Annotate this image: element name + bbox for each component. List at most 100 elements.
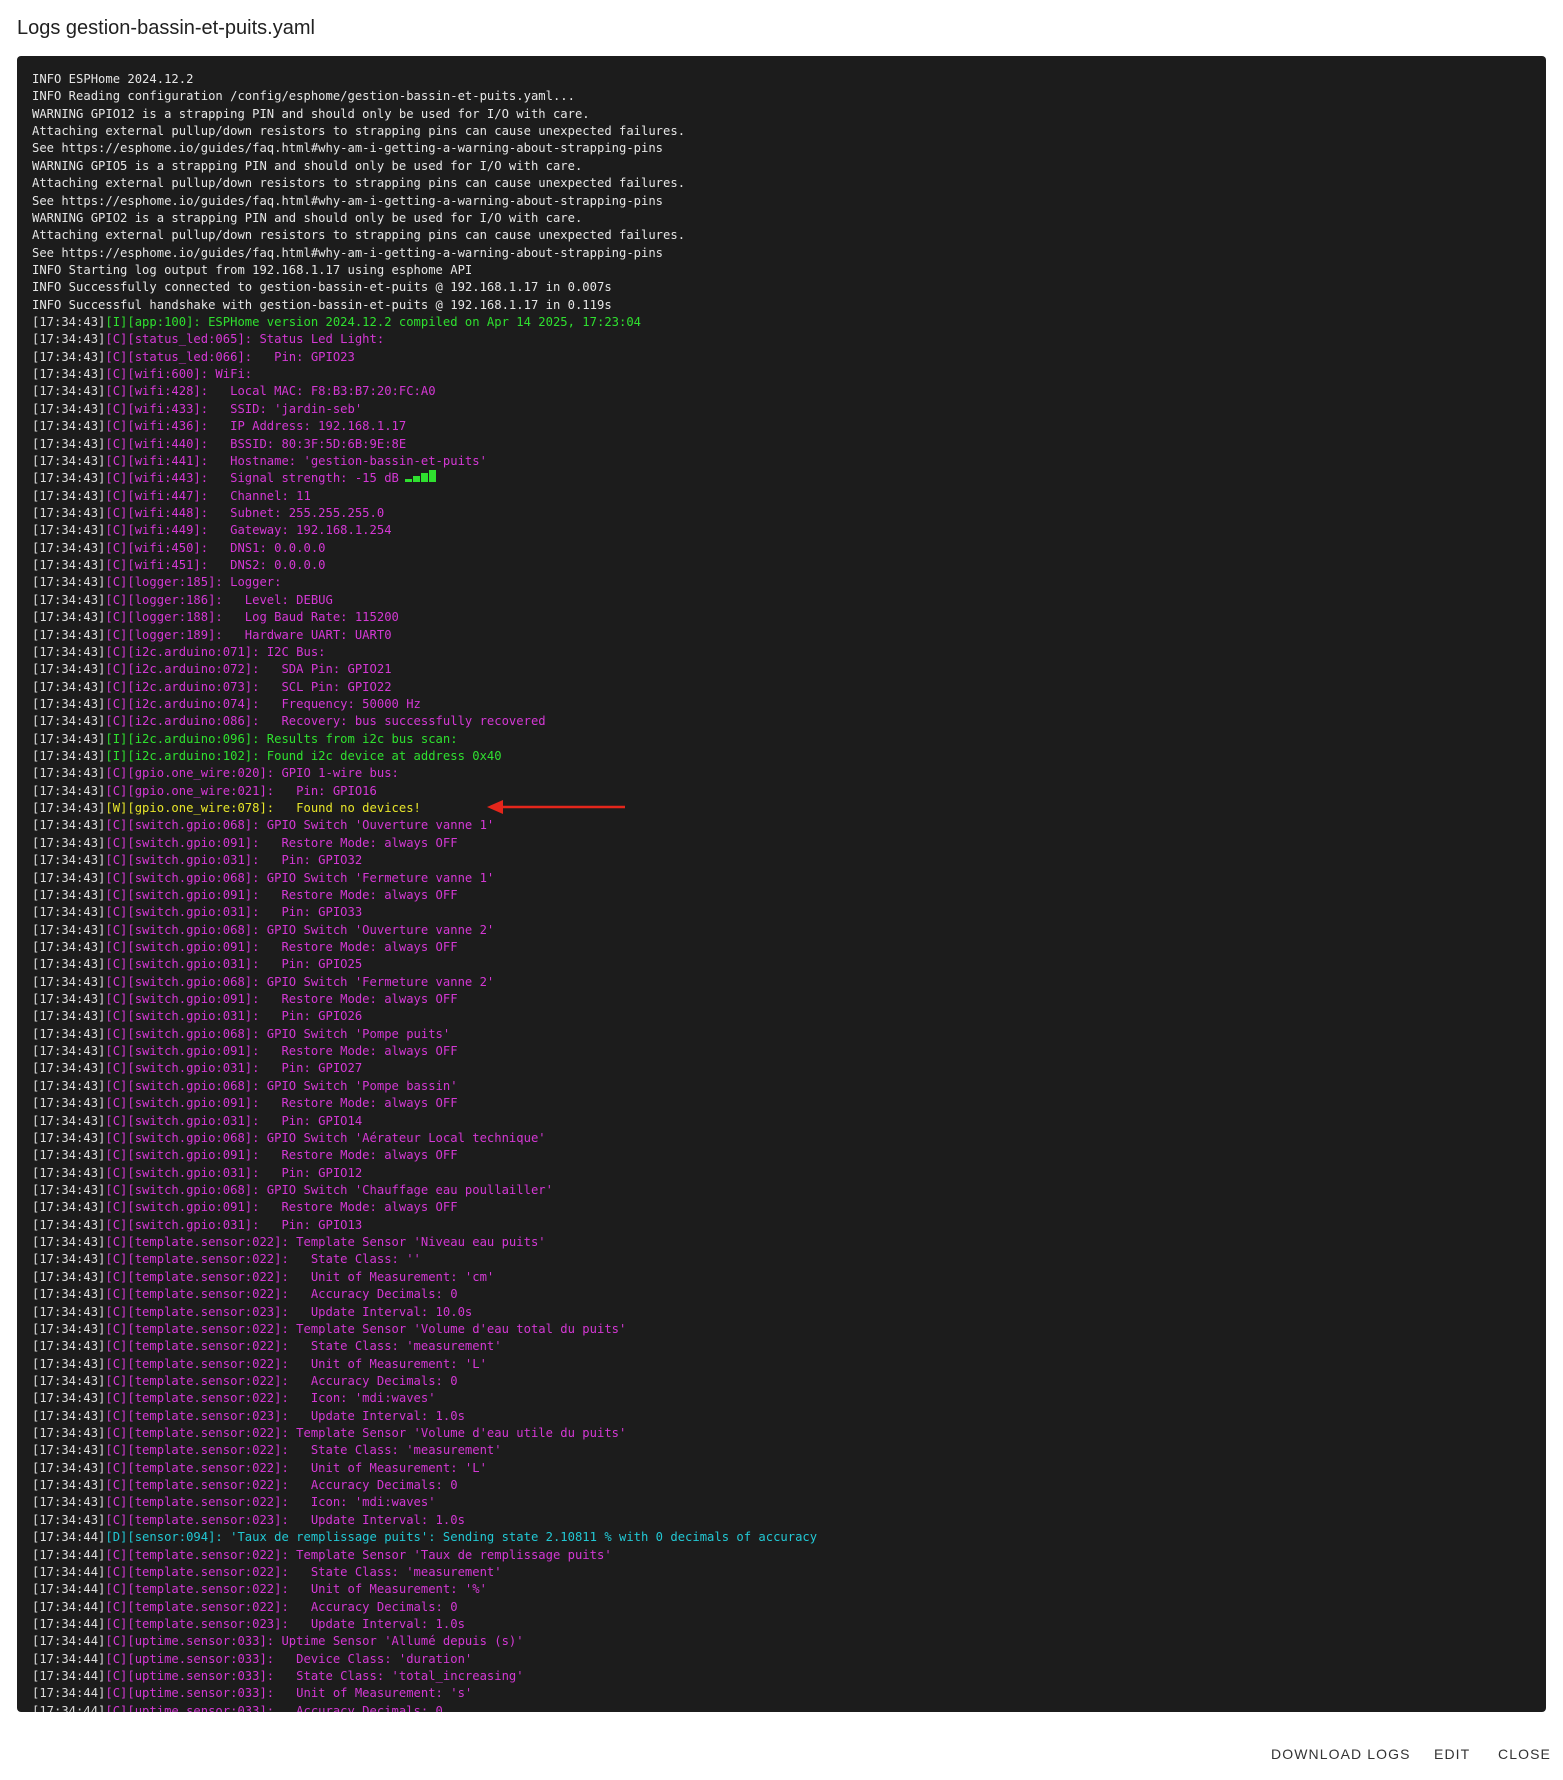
log-timestamp: [17:34:43] — [32, 1426, 106, 1441]
log-line: Attaching external pullup/down resistors… — [32, 227, 1536, 244]
log-message: [C][wifi:448]: Subnet: 255.255.255.0 — [105, 505, 385, 520]
log-message: INFO Successfully connected to gestion-b… — [32, 280, 612, 295]
log-line: [17:34:43][C][switch.gpio:091]: Restore … — [32, 1147, 1536, 1164]
log-message: See https://esphome.io/guides/faq.html#w… — [32, 245, 664, 260]
log-line: INFO Successfully connected to gestion-b… — [32, 279, 1536, 296]
log-line: [17:34:43][I][app:100]: ESPHome version … — [32, 314, 1536, 331]
log-message: [C][template.sensor:022]: Icon: 'mdi:wav… — [105, 1391, 436, 1406]
log-line: [17:34:43][C][wifi:428]: Local MAC: F8:B… — [32, 383, 1536, 400]
log-timestamp: [17:34:43] — [32, 523, 106, 538]
log-timestamp: [17:34:43] — [32, 1287, 106, 1302]
log-line: [17:34:43][C][switch.gpio:091]: Restore … — [32, 835, 1536, 852]
log-line: [17:34:43][C][wifi:441]: Hostname: 'gest… — [32, 453, 1536, 470]
log-line: [17:34:44][C][template.sensor:023]: Upda… — [32, 1616, 1536, 1633]
log-timestamp: [17:34:43] — [32, 1130, 106, 1145]
log-line: [17:34:43][C][i2c.arduino:072]: SDA Pin:… — [32, 661, 1536, 678]
log-line: [17:34:43][C][switch.gpio:031]: Pin: GPI… — [32, 852, 1536, 869]
log-line: [17:34:44][D][sensor:094]: 'Taux de remp… — [32, 1529, 1536, 1546]
log-line: [17:34:43][C][switch.gpio:031]: Pin: GPI… — [32, 1060, 1536, 1077]
log-message: Attaching external pullup/down resistors… — [32, 124, 686, 139]
log-line: [17:34:43][C][template.sensor:023]: Upda… — [32, 1408, 1536, 1425]
log-line: [17:34:43][C][wifi:450]: DNS1: 0.0.0.0 — [32, 540, 1536, 557]
log-message: [C][switch.gpio:091]: Restore Mode: alwa… — [105, 887, 458, 902]
log-message: [C][switch.gpio:068]: GPIO Switch 'Aérat… — [105, 1130, 546, 1145]
log-message: INFO Reading configuration /config/espho… — [32, 89, 575, 104]
log-message: See https://esphome.io/guides/faq.html#w… — [32, 141, 664, 156]
log-line: [17:34:43][C][status_led:066]: Pin: GPIO… — [32, 349, 1536, 366]
log-timestamp: [17:34:44] — [32, 1530, 106, 1545]
log-line: See https://esphome.io/guides/faq.html#w… — [32, 245, 1536, 262]
log-line: [17:34:43][C][switch.gpio:031]: Pin: GPI… — [32, 1113, 1536, 1130]
red-arrow-icon — [487, 800, 625, 815]
log-timestamp: [17:34:43] — [32, 939, 106, 954]
log-timestamp: [17:34:43] — [32, 419, 106, 434]
log-line: [17:34:43][C][template.sensor:022]: Unit… — [32, 1269, 1536, 1286]
log-message: [C][template.sensor:022]: Unit of Measur… — [105, 1269, 495, 1284]
log-line: [17:34:43][C][template.sensor:022]: Stat… — [32, 1251, 1536, 1268]
log-line: WARNING GPIO12 is a strapping PIN and sh… — [32, 106, 1536, 123]
log-timestamp: [17:34:43] — [32, 887, 106, 902]
log-line: INFO Successful handshake with gestion-b… — [32, 297, 1536, 314]
log-output-panel[interactable]: INFO ESPHome 2024.12.2 INFO Reading confi… — [17, 56, 1546, 1712]
log-timestamp: [17:34:43] — [32, 696, 106, 711]
log-timestamp: [17:34:43] — [32, 436, 106, 451]
log-message: [C][wifi:451]: DNS2: 0.0.0.0 — [105, 558, 326, 573]
log-line: See https://esphome.io/guides/faq.html#w… — [32, 140, 1536, 157]
log-message: [C][switch.gpio:091]: Restore Mode: alwa… — [105, 1096, 458, 1111]
log-timestamp: [17:34:43] — [32, 783, 106, 798]
log-line: [17:34:43][C][i2c.arduino:086]: Recovery… — [32, 713, 1536, 730]
log-message: [C][switch.gpio:091]: Restore Mode: alwa… — [105, 992, 458, 1007]
log-timestamp: [17:34:43] — [32, 384, 106, 399]
close-button[interactable]: CLOSE — [1498, 1746, 1551, 1762]
log-line: [17:34:43][C][template.sensor:023]: Upda… — [32, 1304, 1536, 1321]
log-line: WARNING GPIO5 is a strapping PIN and sho… — [32, 158, 1536, 175]
log-message: [W][gpio.one_wire:078]: Found no devices… — [105, 801, 421, 816]
log-message: WARNING GPIO2 is a strapping PIN and sho… — [32, 210, 583, 225]
log-line: [17:34:43][C][template.sensor:022]: Icon… — [32, 1494, 1536, 1511]
download-logs-button[interactable]: DOWNLOAD LOGS — [1271, 1746, 1411, 1762]
log-message: [C][uptime.sensor:033]: Uptime Sensor 'A… — [105, 1634, 524, 1649]
log-line: [17:34:43][C][template.sensor:022]: Unit… — [32, 1356, 1536, 1373]
edit-button[interactable]: EDIT — [1434, 1746, 1470, 1762]
log-timestamp: [17:34:43] — [32, 1339, 106, 1354]
log-message: [C][switch.gpio:031]: Pin: GPIO25 — [105, 957, 363, 972]
log-line: [17:34:43][C][switch.gpio:068]: GPIO Swi… — [32, 870, 1536, 887]
log-message: WARNING GPIO5 is a strapping PIN and sho… — [32, 158, 583, 173]
log-message: [C][template.sensor:023]: Update Interva… — [105, 1616, 465, 1631]
log-line: [17:34:44][C][uptime.sensor:033]: Accura… — [32, 1703, 1536, 1712]
log-timestamp: [17:34:43] — [32, 558, 106, 573]
log-line: [17:34:44][C][template.sensor:022]: Accu… — [32, 1599, 1536, 1616]
log-message: [C][template.sensor:022]: State Class: '… — [105, 1443, 502, 1458]
log-message: [C][logger:186]: Level: DEBUG — [105, 592, 333, 607]
log-message: [C][switch.gpio:068]: GPIO Switch 'Ferme… — [105, 870, 495, 885]
log-line: [17:34:43][C][wifi:447]: Channel: 11 — [32, 488, 1536, 505]
log-message: [I][i2c.arduino:096]: Results from i2c b… — [105, 731, 458, 746]
log-timestamp: [17:34:43] — [32, 1200, 106, 1215]
log-timestamp: [17:34:43] — [32, 488, 106, 503]
log-message: [C][switch.gpio:031]: Pin: GPIO26 — [105, 1009, 363, 1024]
log-message: [C][uptime.sensor:033]: State Class: 'to… — [105, 1669, 524, 1684]
log-message: [C][uptime.sensor:033]: Unit of Measurem… — [105, 1686, 473, 1701]
log-message: [C][switch.gpio:031]: Pin: GPIO14 — [105, 1113, 363, 1128]
log-line: INFO Starting log output from 192.168.1.… — [32, 262, 1536, 279]
log-line: [17:34:44][C][template.sensor:022]: Unit… — [32, 1581, 1536, 1598]
log-line: [17:34:43][C][switch.gpio:068]: GPIO Swi… — [32, 1182, 1536, 1199]
log-message: [C][template.sensor:022]: Accuracy Decim… — [105, 1287, 458, 1302]
log-timestamp: [17:34:43] — [32, 1096, 106, 1111]
log-timestamp: [17:34:43] — [32, 679, 106, 694]
log-timestamp: [17:34:43] — [32, 332, 106, 347]
log-message: [C][logger:189]: Hardware UART: UART0 — [105, 627, 392, 642]
log-line: [17:34:43][C][wifi:436]: IP Address: 192… — [32, 418, 1536, 435]
log-message: [C][template.sensor:022]: Template Senso… — [105, 1235, 546, 1250]
log-message: [C][template.sensor:023]: Update Interva… — [105, 1304, 473, 1319]
log-line: [17:34:44][C][uptime.sensor:033]: State … — [32, 1668, 1536, 1685]
log-message: [C][wifi:449]: Gateway: 192.168.1.254 — [105, 523, 392, 538]
log-line: [17:34:43][C][i2c.arduino:073]: SCL Pin:… — [32, 679, 1536, 696]
log-message: [C][switch.gpio:091]: Restore Mode: alwa… — [105, 1044, 458, 1059]
log-timestamp: [17:34:43] — [32, 714, 106, 729]
log-timestamp: [17:34:43] — [32, 610, 106, 625]
log-timestamp: [17:34:43] — [32, 974, 106, 989]
log-line: [17:34:43][C][template.sensor:022]: Accu… — [32, 1373, 1536, 1390]
log-timestamp: [17:34:43] — [32, 1235, 106, 1250]
log-message: [C][switch.gpio:031]: Pin: GPIO13 — [105, 1217, 363, 1232]
